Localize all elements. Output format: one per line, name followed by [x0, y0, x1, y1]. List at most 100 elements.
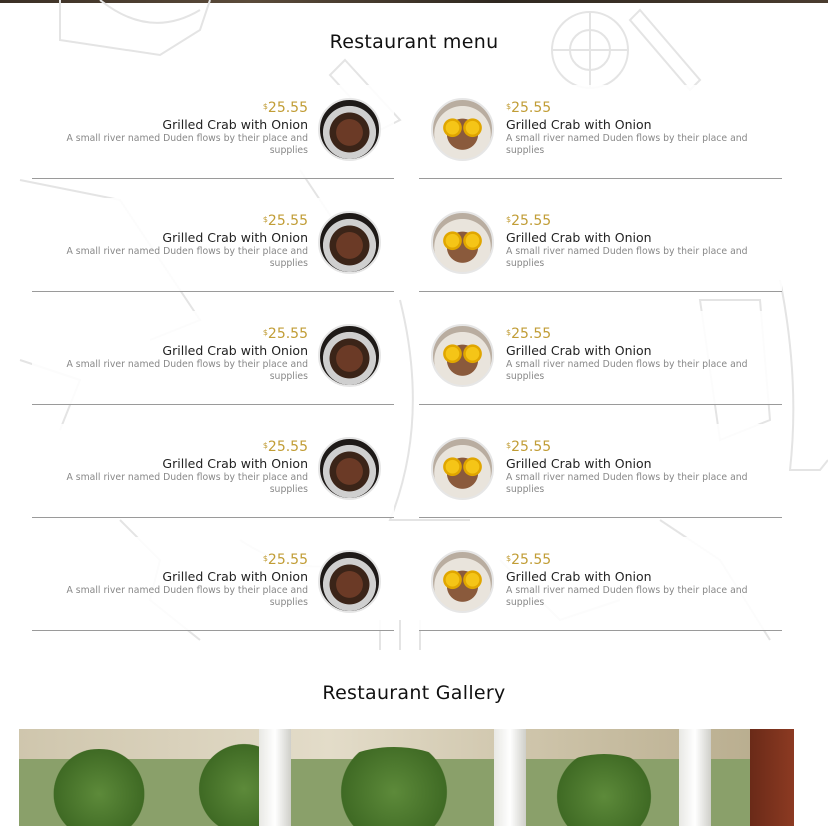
currency-symbol: $	[262, 215, 268, 224]
menu-item-description: A small river named Duden flows by their…	[506, 585, 748, 608]
menu-item[interactable]: $25.55 Grilled Crab with Onion A small r…	[32, 537, 394, 631]
menu-item[interactable]: $25.55 Grilled Crab with Onion A small r…	[32, 198, 394, 292]
menu-item-text: $25.55 Grilled Crab with Onion A small r…	[506, 325, 776, 383]
currency-symbol: $	[506, 441, 512, 450]
gallery-pillar	[679, 729, 711, 826]
menu-item-text: $25.55 Grilled Crab with Onion A small r…	[506, 438, 776, 496]
menu-item-name: Grilled Crab with Onion	[162, 456, 308, 471]
gallery-brick-wall	[750, 729, 794, 826]
price-value: 25.55	[511, 552, 552, 568]
menu-item-price: $25.55	[38, 99, 308, 117]
gallery-pillar	[259, 729, 291, 826]
menu-item-description: A small river named Duden flows by their…	[506, 472, 748, 495]
price-value: 25.55	[511, 439, 552, 455]
menu-item-description: A small river named Duden flows by their…	[66, 246, 308, 269]
menu-item-text: $25.55 Grilled Crab with Onion A small r…	[38, 551, 308, 609]
menu-item[interactable]: $25.55 Grilled Crab with Onion A small r…	[419, 424, 782, 518]
menu-item-text: $25.55 Grilled Crab with Onion A small r…	[506, 551, 776, 609]
divider	[419, 404, 782, 405]
menu-item-description: A small river named Duden flows by their…	[66, 585, 308, 608]
menu-item-name: Grilled Crab with Onion	[162, 343, 308, 358]
menu-item-price: $25.55	[506, 325, 776, 343]
currency-symbol: $	[506, 215, 512, 224]
menu-item-description: A small river named Duden flows by their…	[66, 359, 308, 382]
egg-dish-image	[431, 98, 494, 161]
divider	[419, 178, 782, 179]
steak-dish-image	[318, 98, 381, 161]
steak-dish-image	[318, 437, 381, 500]
menu-item[interactable]: $25.55 Grilled Crab with Onion A small r…	[419, 198, 782, 292]
egg-dish-image	[431, 211, 494, 274]
menu-item[interactable]: $25.55 Grilled Crab with Onion A small r…	[419, 85, 782, 179]
menu-item-description: A small river named Duden flows by their…	[506, 133, 748, 156]
menu-item-name: Grilled Crab with Onion	[162, 230, 308, 245]
menu-item-description: A small river named Duden flows by their…	[66, 133, 308, 156]
menu-item-text: $25.55 Grilled Crab with Onion A small r…	[506, 212, 776, 270]
menu-item-description: A small river named Duden flows by their…	[66, 472, 308, 495]
egg-dish-image	[431, 550, 494, 613]
currency-symbol: $	[506, 554, 512, 563]
price-value: 25.55	[267, 100, 308, 116]
price-value: 25.55	[511, 100, 552, 116]
menu-item[interactable]: $25.55 Grilled Crab with Onion A small r…	[32, 85, 394, 179]
divider	[419, 517, 782, 518]
currency-symbol: $	[262, 328, 268, 337]
gallery-pillar	[494, 729, 526, 826]
menu-item-name: Grilled Crab with Onion	[506, 117, 652, 132]
menu-item[interactable]: $25.55 Grilled Crab with Onion A small r…	[419, 537, 782, 631]
gallery-image[interactable]	[19, 729, 794, 826]
gallery-section-title: Restaurant Gallery	[322, 682, 506, 704]
currency-symbol: $	[262, 102, 268, 111]
menu-item-price: $25.55	[506, 99, 776, 117]
price-value: 25.55	[267, 552, 308, 568]
divider	[419, 291, 782, 292]
menu-item-name: Grilled Crab with Onion	[162, 569, 308, 584]
menu-item-name: Grilled Crab with Onion	[162, 117, 308, 132]
currency-symbol: $	[506, 328, 512, 337]
menu-item-price: $25.55	[506, 438, 776, 456]
top-image-strip	[0, 0, 828, 3]
menu-item-description: A small river named Duden flows by their…	[506, 359, 748, 382]
egg-dish-image	[431, 324, 494, 387]
divider	[419, 630, 782, 631]
gallery-plant	[539, 754, 669, 826]
divider	[32, 517, 394, 518]
currency-symbol: $	[506, 102, 512, 111]
menu-item[interactable]: $25.55 Grilled Crab with Onion A small r…	[32, 424, 394, 518]
divider	[32, 291, 394, 292]
menu-item-description: A small river named Duden flows by their…	[506, 246, 748, 269]
menu-item-price: $25.55	[506, 212, 776, 230]
menu-item[interactable]: $25.55 Grilled Crab with Onion A small r…	[419, 311, 782, 405]
menu-item-text: $25.55 Grilled Crab with Onion A small r…	[38, 438, 308, 496]
menu-item-name: Grilled Crab with Onion	[506, 569, 652, 584]
menu-item-text: $25.55 Grilled Crab with Onion A small r…	[38, 325, 308, 383]
menu-item-text: $25.55 Grilled Crab with Onion A small r…	[506, 99, 776, 157]
price-value: 25.55	[267, 326, 308, 342]
price-value: 25.55	[511, 326, 552, 342]
steak-dish-image	[318, 550, 381, 613]
currency-symbol: $	[262, 554, 268, 563]
menu-item-text: $25.55 Grilled Crab with Onion A small r…	[38, 99, 308, 157]
divider	[32, 630, 394, 631]
menu-item-price: $25.55	[38, 551, 308, 569]
menu-item-name: Grilled Crab with Onion	[506, 456, 652, 471]
gallery-plant	[39, 749, 159, 826]
menu-item-name: Grilled Crab with Onion	[506, 343, 652, 358]
menu-item-price: $25.55	[506, 551, 776, 569]
price-value: 25.55	[267, 213, 308, 229]
price-value: 25.55	[267, 439, 308, 455]
steak-dish-image	[318, 211, 381, 274]
currency-symbol: $	[262, 441, 268, 450]
price-value: 25.55	[511, 213, 552, 229]
menu-item[interactable]: $25.55 Grilled Crab with Onion A small r…	[32, 311, 394, 405]
egg-dish-image	[431, 437, 494, 500]
divider	[32, 178, 394, 179]
steak-dish-image	[318, 324, 381, 387]
menu-item-price: $25.55	[38, 325, 308, 343]
menu-item-price: $25.55	[38, 212, 308, 230]
menu-item-price: $25.55	[38, 438, 308, 456]
menu-item-name: Grilled Crab with Onion	[506, 230, 652, 245]
menu-item-text: $25.55 Grilled Crab with Onion A small r…	[38, 212, 308, 270]
divider	[32, 404, 394, 405]
menu-section-title: Restaurant menu	[329, 31, 499, 53]
